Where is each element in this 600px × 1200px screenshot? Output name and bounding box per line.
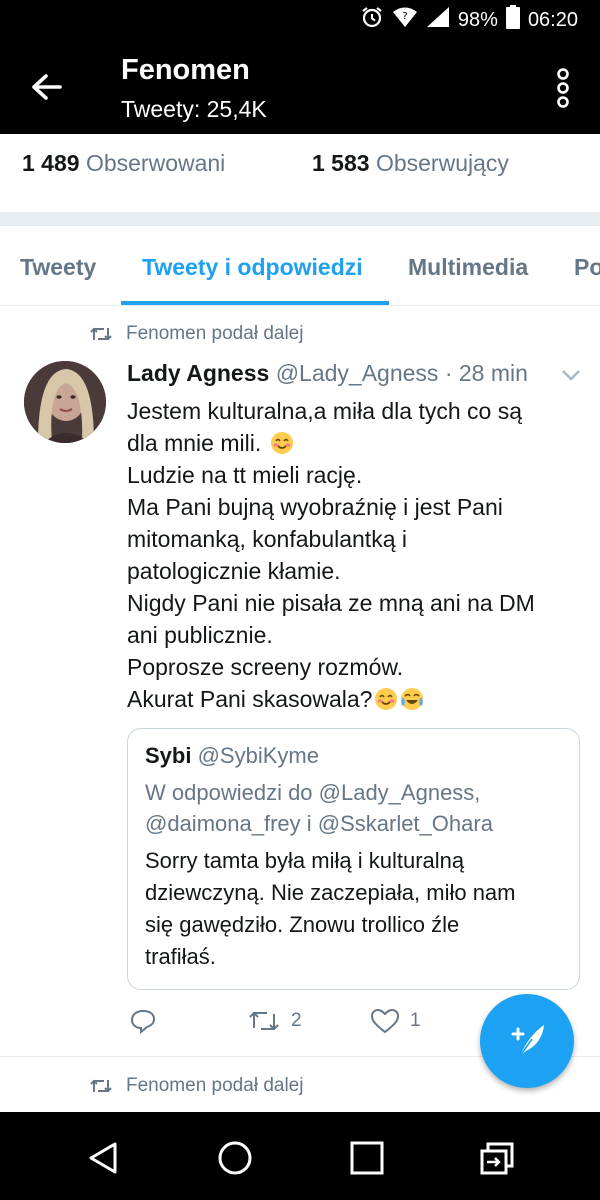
- nav-recents-button[interactable]: [347, 1138, 387, 1178]
- quoted-line: się gawędziło. Znowu trollico źle: [145, 912, 460, 937]
- like-button[interactable]: 1: [370, 1008, 421, 1034]
- quoted-tweet[interactable]: Sybi @SybiKyme W odpowiedzi do @Lady_Agn…: [127, 728, 580, 990]
- like-count: 1: [410, 1010, 421, 1031]
- battery-icon: [505, 5, 520, 35]
- back-arrow-icon: [32, 74, 62, 100]
- compose-feather-icon: [511, 1025, 544, 1057]
- signal-icon: [426, 6, 450, 34]
- tab-tweets[interactable]: Tweety: [20, 254, 96, 281]
- tweet-line: Ludzie na tt mieli rację.: [127, 462, 363, 488]
- nav-back-triangle-icon: [89, 1142, 117, 1174]
- retweet-small-icon: [90, 1079, 112, 1093]
- tears-of-joy-emoji-icon: [400, 687, 424, 711]
- following-count: 1 489: [22, 150, 80, 176]
- chevron-down-icon: [562, 370, 580, 381]
- profile-tabs: Tweety Tweety i odpowiedzi Multimedia Po: [0, 226, 600, 306]
- tweet-line: dla mnie mili.: [127, 427, 587, 459]
- tweet-time: · 28 min: [444, 360, 528, 386]
- alarm-icon: [360, 5, 384, 35]
- tweet-line: Ma Pani bujną wyobraźnię i jest Pani: [127, 494, 503, 520]
- section-separator: [0, 212, 600, 226]
- following-label: Obserwowani: [85, 150, 226, 176]
- tweet-line: Akurat Pani skasowala?: [127, 683, 587, 715]
- profile-name: Fenomen: [121, 54, 250, 86]
- following-link[interactable]: 1 489 Obserwowani: [22, 150, 225, 177]
- followers-label: Obserwujący: [375, 150, 509, 176]
- svg-text:?: ?: [402, 11, 407, 22]
- quoted-tweet-text: Sorry tamta była miłą i kulturalną dziew…: [145, 845, 575, 973]
- smiling-emoji-icon: [270, 431, 294, 455]
- quoted-tweet-header: Sybi @SybiKyme: [145, 743, 319, 769]
- quoted-author-name: Sybi: [145, 743, 192, 768]
- quoted-reply-context: W odpowiedzi do @Lady_Agness, @daimona_f…: [145, 777, 565, 839]
- heart-icon: [370, 1008, 400, 1034]
- tweet-line: Nigdy Pani nie pisała ze mną ani na DM: [127, 590, 535, 616]
- more-vert-icon: [557, 68, 569, 108]
- retweet-context: Fenomen podał dalej: [90, 323, 303, 345]
- retweet-label: Fenomen podał dalej: [126, 1075, 304, 1096]
- avatar[interactable]: [24, 361, 106, 443]
- tweet-line-text: Akurat Pani skasowala?: [127, 686, 373, 712]
- battery-level: 98%: [457, 8, 498, 31]
- nav-switch-app-button[interactable]: [478, 1138, 518, 1178]
- reply-button[interactable]: [130, 1008, 166, 1034]
- nav-back-button[interactable]: [83, 1138, 123, 1178]
- wifi-icon: ?: [392, 6, 418, 34]
- back-button[interactable]: [24, 66, 70, 108]
- tweet-line: Jestem kulturalna,a miła dla tych co są: [127, 398, 523, 424]
- quoted-author-handle: @SybiKyme: [197, 743, 319, 768]
- retweet-button[interactable]: 2: [247, 1008, 302, 1034]
- quoted-line: trafiłaś.: [145, 944, 216, 969]
- author-name[interactable]: Lady Agness: [127, 360, 269, 386]
- smiling-emoji-icon: [374, 687, 398, 711]
- profile-header: Fenomen Tweety: 25,4K: [0, 40, 600, 134]
- tweet-line: Poprosze screeny rozmów.: [127, 654, 404, 680]
- retweet-icon: [249, 1011, 279, 1031]
- tweet-line-text: dla mnie mili.: [127, 430, 262, 456]
- system-navigation-bar: [0, 1112, 600, 1200]
- reply-context-line: @daimona_frey i @Sskarlet_Ohara: [145, 811, 493, 836]
- followers-link[interactable]: 1 583 Obserwujący: [312, 150, 509, 177]
- retweet-small-icon: [90, 327, 112, 341]
- quoted-line: dziewczyną. Nie zaczepiała, miło nam: [145, 880, 516, 905]
- nav-home-circle-icon: [218, 1141, 252, 1175]
- tab-tweets-and-replies[interactable]: Tweety i odpowiedzi: [142, 254, 363, 281]
- tweet-count: Tweety: 25,4K: [121, 96, 267, 122]
- author-handle[interactable]: @Lady_Agness: [276, 360, 439, 386]
- nav-switch-app-icon: [480, 1142, 514, 1175]
- reply-icon: [130, 1009, 156, 1034]
- active-tab-indicator: [121, 301, 389, 305]
- tweet-line: patologicznie kłamie.: [127, 558, 341, 584]
- reply-context-line: W odpowiedzi do @Lady_Agness,: [145, 780, 481, 805]
- nav-home-button[interactable]: [215, 1138, 255, 1178]
- tweet-menu-button[interactable]: [560, 366, 582, 384]
- tweet-header: Lady Agness @Lady_Agness · 28 min: [127, 360, 528, 387]
- clock: 06:20: [527, 8, 578, 31]
- follow-stats: 1 489 Obserwowani 1 583 Obserwujący: [0, 134, 600, 212]
- retweet-context: Fenomen podał dalej: [90, 1075, 303, 1097]
- tweet-text: Jestem kulturalna,a miła dla tych co są …: [127, 395, 587, 715]
- retweet-count: 2: [291, 1010, 302, 1031]
- status-bar: ? 98% 06:20: [0, 0, 600, 40]
- tweet-line: ani publicznie.: [127, 622, 273, 648]
- nav-recents-square-icon: [350, 1141, 384, 1175]
- compose-tweet-button[interactable]: [480, 994, 574, 1088]
- tab-likes[interactable]: Po: [574, 254, 600, 281]
- more-options-button[interactable]: [556, 68, 570, 108]
- tab-media[interactable]: Multimedia: [408, 254, 528, 281]
- tweet-line: mitomanką, konfabulantką i: [127, 526, 407, 552]
- followers-count: 1 583: [312, 150, 370, 176]
- retweet-label: Fenomen podał dalej: [126, 323, 304, 344]
- quoted-line: Sorry tamta była miłą i kulturalną: [145, 848, 465, 873]
